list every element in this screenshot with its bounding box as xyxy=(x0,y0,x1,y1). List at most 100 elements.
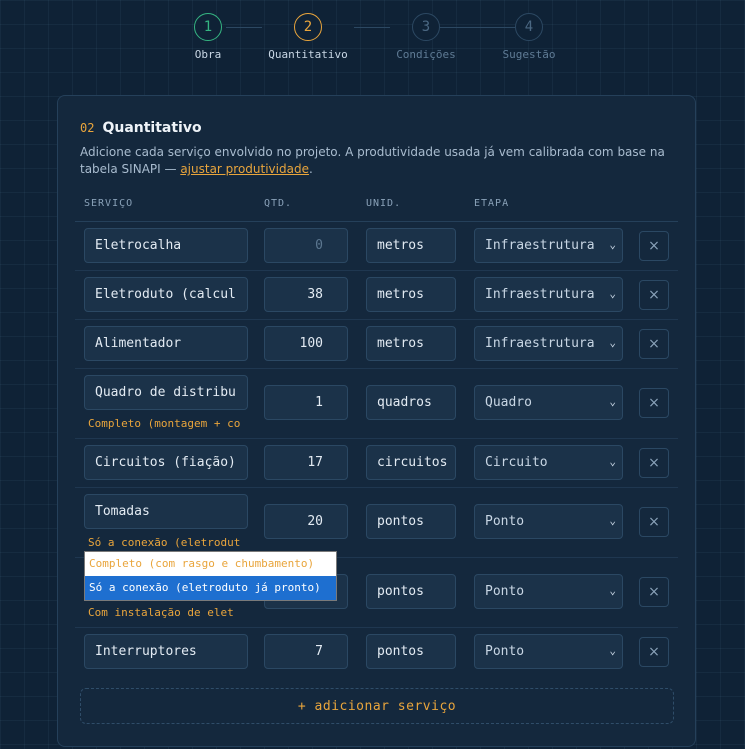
description-text: Adicione cada serviço envolvido no proje… xyxy=(80,145,665,176)
remove-row-button[interactable]: × xyxy=(639,388,669,418)
chevron-down-icon: ⌄ xyxy=(609,336,616,349)
unit-input[interactable]: pontos xyxy=(366,634,456,669)
service-name-input[interactable]: Interruptores xyxy=(84,634,248,669)
step-quantitativo[interactable]: 2 Quantitativo xyxy=(258,13,358,61)
remove-row-button[interactable]: × xyxy=(639,448,669,478)
quantity-input[interactable]: 1 xyxy=(264,385,348,420)
unit-input[interactable]: metros xyxy=(366,277,456,312)
service-name-input[interactable]: Alimentador xyxy=(84,326,248,361)
quantitativo-card: 02 Quantitativo Adicione cada serviço en… xyxy=(57,95,696,747)
remove-row-button[interactable]: × xyxy=(639,280,669,310)
quantity-input[interactable]: 20 xyxy=(264,504,348,539)
step-circle: 4 xyxy=(515,13,543,41)
table-row: Circuitos (fiação) 17 circuitos Circuito… xyxy=(75,439,678,488)
stage-value: Infraestrutura xyxy=(485,287,595,302)
stage-select[interactable]: Quadro ⌄ xyxy=(474,385,623,420)
close-icon: × xyxy=(648,287,660,303)
table-row: Quadro de distribu Completo (montagem + … xyxy=(75,369,678,439)
stage-value: Infraestrutura xyxy=(485,238,595,253)
adjust-productivity-link[interactable]: ajustar produtividade xyxy=(180,162,309,176)
variant-select[interactable]: Completo (montagem + co xyxy=(88,417,248,431)
stage-select[interactable]: Infraestrutura ⌄ xyxy=(474,228,623,263)
stage-value: Circuito xyxy=(485,455,548,470)
service-name-input[interactable]: Tomadas xyxy=(84,494,248,529)
unit-input[interactable]: quadros xyxy=(366,385,456,420)
chevron-down-icon: ⌄ xyxy=(609,514,616,527)
close-icon: × xyxy=(648,514,660,530)
variant-select[interactable]: Com instalação de elet xyxy=(88,606,248,620)
step-obra[interactable]: 1 Obra xyxy=(158,13,258,61)
progress-stepper: 1 Obra 2 Quantitativo 3 Condições 4 Suge… xyxy=(0,13,745,73)
step-label: Condições xyxy=(396,48,456,61)
variant-value: Completo (montagem + co xyxy=(88,417,241,430)
step-label: Quantitativo xyxy=(268,48,348,61)
table-row: Interruptores 7 pontos Ponto ⌄ × xyxy=(75,628,678,676)
stage-value: Ponto xyxy=(485,584,525,599)
table-header: SERVIÇO QTD. UNID. ETAPA xyxy=(75,192,678,222)
remove-row-button[interactable]: × xyxy=(639,329,669,359)
service-name-input[interactable]: Eletroduto (calcul xyxy=(84,277,248,312)
step-condicoes[interactable]: 3 Condições xyxy=(376,13,476,61)
unit-input[interactable]: pontos xyxy=(366,504,456,539)
step-circle: 3 xyxy=(412,13,440,41)
quantity-input[interactable]: 0 xyxy=(264,228,348,263)
stage-select[interactable]: Circuito ⌄ xyxy=(474,445,623,480)
close-icon: × xyxy=(648,336,660,352)
quantity-input[interactable]: 38 xyxy=(264,277,348,312)
unit-input[interactable]: pontos xyxy=(366,574,456,609)
chevron-down-icon: ⌄ xyxy=(609,644,616,657)
stage-select[interactable]: Ponto ⌄ xyxy=(474,504,623,539)
unit-input[interactable]: circuitos xyxy=(366,445,456,480)
section-number: 02 xyxy=(80,121,95,135)
add-service-button[interactable]: + adicionar serviço xyxy=(80,688,674,724)
table-row: Eletroduto (calcul 38 metros Infraestrut… xyxy=(75,271,678,320)
stage-select[interactable]: Infraestrutura ⌄ xyxy=(474,277,623,312)
section-description: Adicione cada serviço envolvido no proje… xyxy=(80,144,670,178)
stage-select[interactable]: Ponto ⌄ xyxy=(474,574,623,609)
card-heading: 02 Quantitativo xyxy=(80,120,202,136)
unit-input[interactable]: metros xyxy=(366,228,456,263)
remove-row-button[interactable]: × xyxy=(639,507,669,537)
step-label: Obra xyxy=(194,48,222,61)
variant-select[interactable]: Só a conexão (eletrodut xyxy=(88,536,248,550)
step-label: Sugestão xyxy=(502,48,556,61)
chevron-down-icon: ⌄ xyxy=(609,395,616,408)
stage-value: Ponto xyxy=(485,514,525,529)
dropdown-option-selected[interactable]: Só a conexão (eletroduto já pronto) xyxy=(85,576,336,600)
close-icon: × xyxy=(648,644,660,660)
step-circle: 2 xyxy=(294,13,322,41)
header-qtd: QTD. xyxy=(264,198,293,209)
remove-row-button[interactable]: × xyxy=(639,577,669,607)
chevron-down-icon: ⌄ xyxy=(609,584,616,597)
header-etapa: ETAPA xyxy=(474,198,510,209)
quantity-input[interactable]: 100 xyxy=(264,326,348,361)
chevron-down-icon: ⌄ xyxy=(609,287,616,300)
table-row: Eletrocalha 0 metros Infraestrutura ⌄ × xyxy=(75,222,678,271)
step-sugestao[interactable]: 4 Sugestão xyxy=(479,13,579,61)
remove-row-button[interactable]: × xyxy=(639,231,669,261)
dropdown-option[interactable]: Completo (com rasgo e chumbamento) xyxy=(85,552,336,576)
close-icon: × xyxy=(648,584,660,600)
chevron-down-icon: ⌄ xyxy=(609,238,616,251)
service-name-input[interactable]: Eletrocalha xyxy=(84,228,248,263)
variant-dropdown-list[interactable]: Completo (com rasgo e chumbamento) Só a … xyxy=(84,551,337,601)
table-row: Tomadas Só a conexão (eletrodut 20 ponto… xyxy=(75,488,678,558)
table-row: Alimentador 100 metros Infraestrutura ⌄ × xyxy=(75,320,678,369)
variant-value: Só a conexão (eletrodut xyxy=(88,536,241,549)
section-title: Quantitativo xyxy=(102,120,202,136)
service-name-input[interactable]: Circuitos (fiação) xyxy=(84,445,248,480)
close-icon: × xyxy=(648,455,660,471)
stage-value: Quadro xyxy=(485,395,532,410)
variant-value: Com instalação de elet xyxy=(88,606,234,619)
stage-select[interactable]: Infraestrutura ⌄ xyxy=(474,326,623,361)
step-circle: 1 xyxy=(194,13,222,41)
stage-value: Ponto xyxy=(485,644,525,659)
quantity-input[interactable]: 17 xyxy=(264,445,348,480)
quantity-input[interactable]: 7 xyxy=(264,634,348,669)
service-name-input[interactable]: Quadro de distribu xyxy=(84,375,248,410)
stage-value: Infraestrutura xyxy=(485,336,595,351)
remove-row-button[interactable]: × xyxy=(639,637,669,667)
close-icon: × xyxy=(648,395,660,411)
unit-input[interactable]: metros xyxy=(366,326,456,361)
stage-select[interactable]: Ponto ⌄ xyxy=(474,634,623,669)
